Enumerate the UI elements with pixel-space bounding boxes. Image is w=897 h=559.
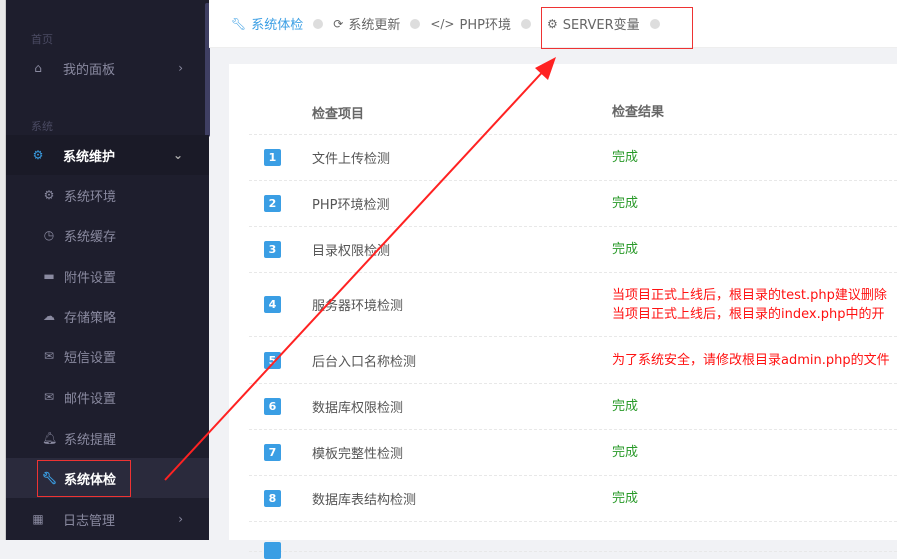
annotation-arrow [164, 57, 556, 481]
row-number [264, 542, 281, 559]
